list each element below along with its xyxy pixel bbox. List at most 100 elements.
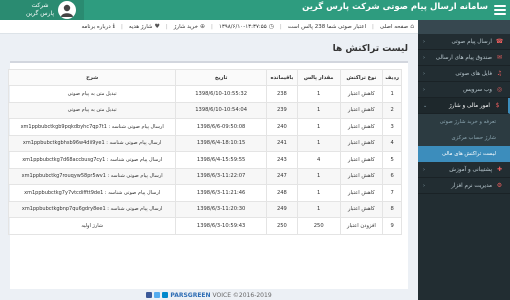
column-header: ردیف <box>382 69 402 86</box>
about-link[interactable]: ℹ درباره برنامه <box>81 23 115 30</box>
cell-amount: 1 <box>296 118 341 136</box>
cell-type: کاهش اعتبار <box>339 101 384 119</box>
balance-info: اعتبار صوتی شما 238 پالس است <box>287 23 367 30</box>
cell-amount: 250 <box>296 217 341 235</box>
twitter-icon[interactable] <box>154 292 161 298</box>
footer-brand: PARSGREEN <box>170 291 211 299</box>
heart-icon: ♥ <box>154 23 160 30</box>
menu-toggle-icon[interactable] <box>494 4 506 16</box>
cell-date: 1398/6/10-10:55:32 <box>175 85 267 103</box>
sidebar: ☎ ارسال پیام صوتی ‹ ✉ صندوق پیام های ارسالی… <box>418 20 510 300</box>
phone-icon: ☎ <box>495 38 504 45</box>
globe-icon: ◎ <box>496 86 503 93</box>
table-header-row: ردیف نوع تراکنش مقدار پالس باقیمانده تار… <box>7 69 402 86</box>
audio-file-icon: ♫ <box>496 70 503 77</box>
cell-type: کاهش اعتبار <box>339 200 384 218</box>
cell-description: ارسال پیام صوتی شناسه : xm1ppbubctkgb9pq… <box>7 118 177 136</box>
cell-remaining: 247 <box>265 167 298 185</box>
gift-charge-link[interactable]: ♥ شارژ هدیه <box>129 23 160 30</box>
cell-date: 1398/6/10-10:54:04 <box>175 101 267 119</box>
column-header: مقدار پالس <box>296 69 341 86</box>
cell-type: کاهش اعتبار <box>339 184 384 202</box>
cell-description: ارسال پیام صوتی شناسه : xm1ppbubctkg7d68… <box>7 151 177 169</box>
sidebar-item-outbox[interactable]: ✉ صندوق پیام های ارسالی ‹ <box>418 50 510 66</box>
cell-id: 9 <box>382 217 402 235</box>
table-row: 8 کاهش اعتبار 1 249 1398/6/3-11:20:30 ارسال پ… <box>7 200 402 218</box>
sidebar-item-support[interactable]: ✚ پشتیبانی و آموزش ‹ <box>418 162 510 178</box>
app-title: سامانه ارسال پیام صوتی شرکت پارس گرین <box>302 2 488 12</box>
cell-amount: 1 <box>296 134 341 152</box>
avatar[interactable] <box>58 1 76 19</box>
cell-amount: 1 <box>296 200 341 218</box>
cell-description: ارسال پیام صوتی شناسه : xm1ppbubctkgbnp7… <box>7 200 177 218</box>
datetime-display: ◷ ۱۳۹۸/۶/۱۰-۱۳:۳۷:۵۵ <box>218 23 274 30</box>
transactions-table: ردیف نوع تراکنش مقدار پالس باقیمانده تار… <box>7 69 402 235</box>
cell-type: کاهش اعتبار <box>339 167 384 185</box>
cell-description: ارسال پیام صوتی شناسه : xm1ppbubctkgbhsb… <box>7 134 177 152</box>
cell-description: ارسال پیام صوتی شناسه : xm1ppbubctkg7y7v… <box>7 184 177 202</box>
chevron-icon: ‹ <box>423 166 425 173</box>
home-link[interactable]: ⌂ صفحه اصلی <box>380 23 414 30</box>
sidebar-item-audio-files[interactable]: ♫ فایل های صوتی ‹ <box>418 66 510 82</box>
column-header: تاریخ <box>175 69 267 86</box>
money-icon: $ <box>495 102 500 109</box>
chevron-icon: ‹ <box>423 86 425 93</box>
cell-remaining: 249 <box>265 200 298 218</box>
telegram-icon[interactable] <box>162 292 169 298</box>
cell-amount: 1 <box>296 85 341 103</box>
sidebar-item-send-voice[interactable]: ☎ ارسال پیام صوتی ‹ <box>418 34 510 50</box>
cell-date: 1398/6/3-10:59:43 <box>175 217 267 235</box>
top-header: سامانه ارسال پیام صوتی شرکت پارس گرین شر… <box>0 0 510 20</box>
page-title: لیست تراکنش ها <box>332 44 408 54</box>
table-row: 4 کاهش اعتبار 1 241 1398/6/4-18:10:15 ارسال پ… <box>7 134 402 152</box>
cell-date: 1398/6/3-11:21:46 <box>175 184 267 202</box>
cell-type: کاهش اعتبار <box>339 151 384 169</box>
column-header: نوع تراکنش <box>339 69 384 86</box>
cell-date: 1398/6/3-11:20:30 <box>175 200 267 218</box>
chevron-icon: ‹ <box>423 38 425 45</box>
table-row: 5 کاهش اعتبار 4 243 1398/6/4-15:59:55 ارسال پ… <box>7 151 402 169</box>
cell-description: شارژ اولیه <box>7 217 177 235</box>
cell-remaining: 250 <box>265 217 298 235</box>
inbox-icon: ✉ <box>496 54 503 61</box>
cell-type: افزودن اعتبار <box>339 217 384 235</box>
cell-amount: 1 <box>296 101 341 119</box>
home-icon: ⌂ <box>410 23 414 30</box>
submenu-item-central-charge[interactable]: شارژ حساب مرکزی <box>418 130 510 146</box>
finance-submenu: تعرفه و خرید شارژ صوتی شارژ حساب مرکزی ل… <box>418 114 510 162</box>
cell-remaining: 240 <box>265 118 298 136</box>
footer-copyright: VOICE ©2016-2019 <box>212 291 272 299</box>
chevron-icon: ‹ <box>423 54 425 61</box>
cell-description: تبدیل متن به پیام صوتی <box>7 101 177 119</box>
cell-id: 1 <box>382 85 402 103</box>
cell-date: 1398/6/4-15:59:55 <box>175 151 267 169</box>
chevron-down-icon: ⌄ <box>423 102 428 109</box>
cell-type: کاهش اعتبار <box>339 118 384 136</box>
buy-charge-link[interactable]: ⊕ خرید شارژ <box>174 23 205 30</box>
cell-date: 1398/6/4-18:10:15 <box>175 134 267 152</box>
cell-id: 6 <box>382 167 402 185</box>
column-header: شرح <box>7 69 177 86</box>
cell-id: 8 <box>382 200 402 218</box>
sidebar-item-finance[interactable]: $ امور مالی و شارژ ⌄ <box>418 98 510 114</box>
table-row: 7 کاهش اعتبار 1 248 1398/6/3-11:21:46 ارسال پ… <box>7 184 402 202</box>
user-menu[interactable]: شرکت پارس گرین <box>0 0 84 20</box>
cell-description: ارسال پیام صوتی شناسه : xm1ppbubctkg7rou… <box>7 167 177 185</box>
cell-type: کاهش اعتبار <box>339 85 384 103</box>
facebook-icon[interactable] <box>146 292 153 298</box>
cell-id: 7 <box>382 184 402 202</box>
submenu-item-transactions[interactable]: لیست تراکنش های مالی <box>418 146 510 162</box>
sidebar-item-settings[interactable]: ⚙ مدیریت نرم افزار ‹ <box>418 178 510 194</box>
submenu-item-tariff[interactable]: تعرفه و خرید شارژ صوتی <box>418 114 510 130</box>
sidebar-item-webservice[interactable]: ◎ وب سرویس ‹ <box>418 82 510 98</box>
cell-amount: 4 <box>296 151 341 169</box>
cell-description: تبدیل متن به پیام صوتی <box>7 85 177 103</box>
table-row: 2 کاهش اعتبار 1 239 1398/6/10-10:54:04 تبدیل … <box>7 101 402 119</box>
cell-id: 5 <box>382 151 402 169</box>
cell-remaining: 248 <box>265 184 298 202</box>
chevron-icon: ‹ <box>423 70 425 77</box>
cell-remaining: 241 <box>265 134 298 152</box>
info-bar: ⌂ صفحه اصلی | اعتبار صوتی شما 238 پالس اس… <box>0 20 418 34</box>
cell-type: کاهش اعتبار <box>339 134 384 152</box>
transactions-box: ردیف نوع تراکنش مقدار پالس باقیمانده تار… <box>7 61 408 289</box>
